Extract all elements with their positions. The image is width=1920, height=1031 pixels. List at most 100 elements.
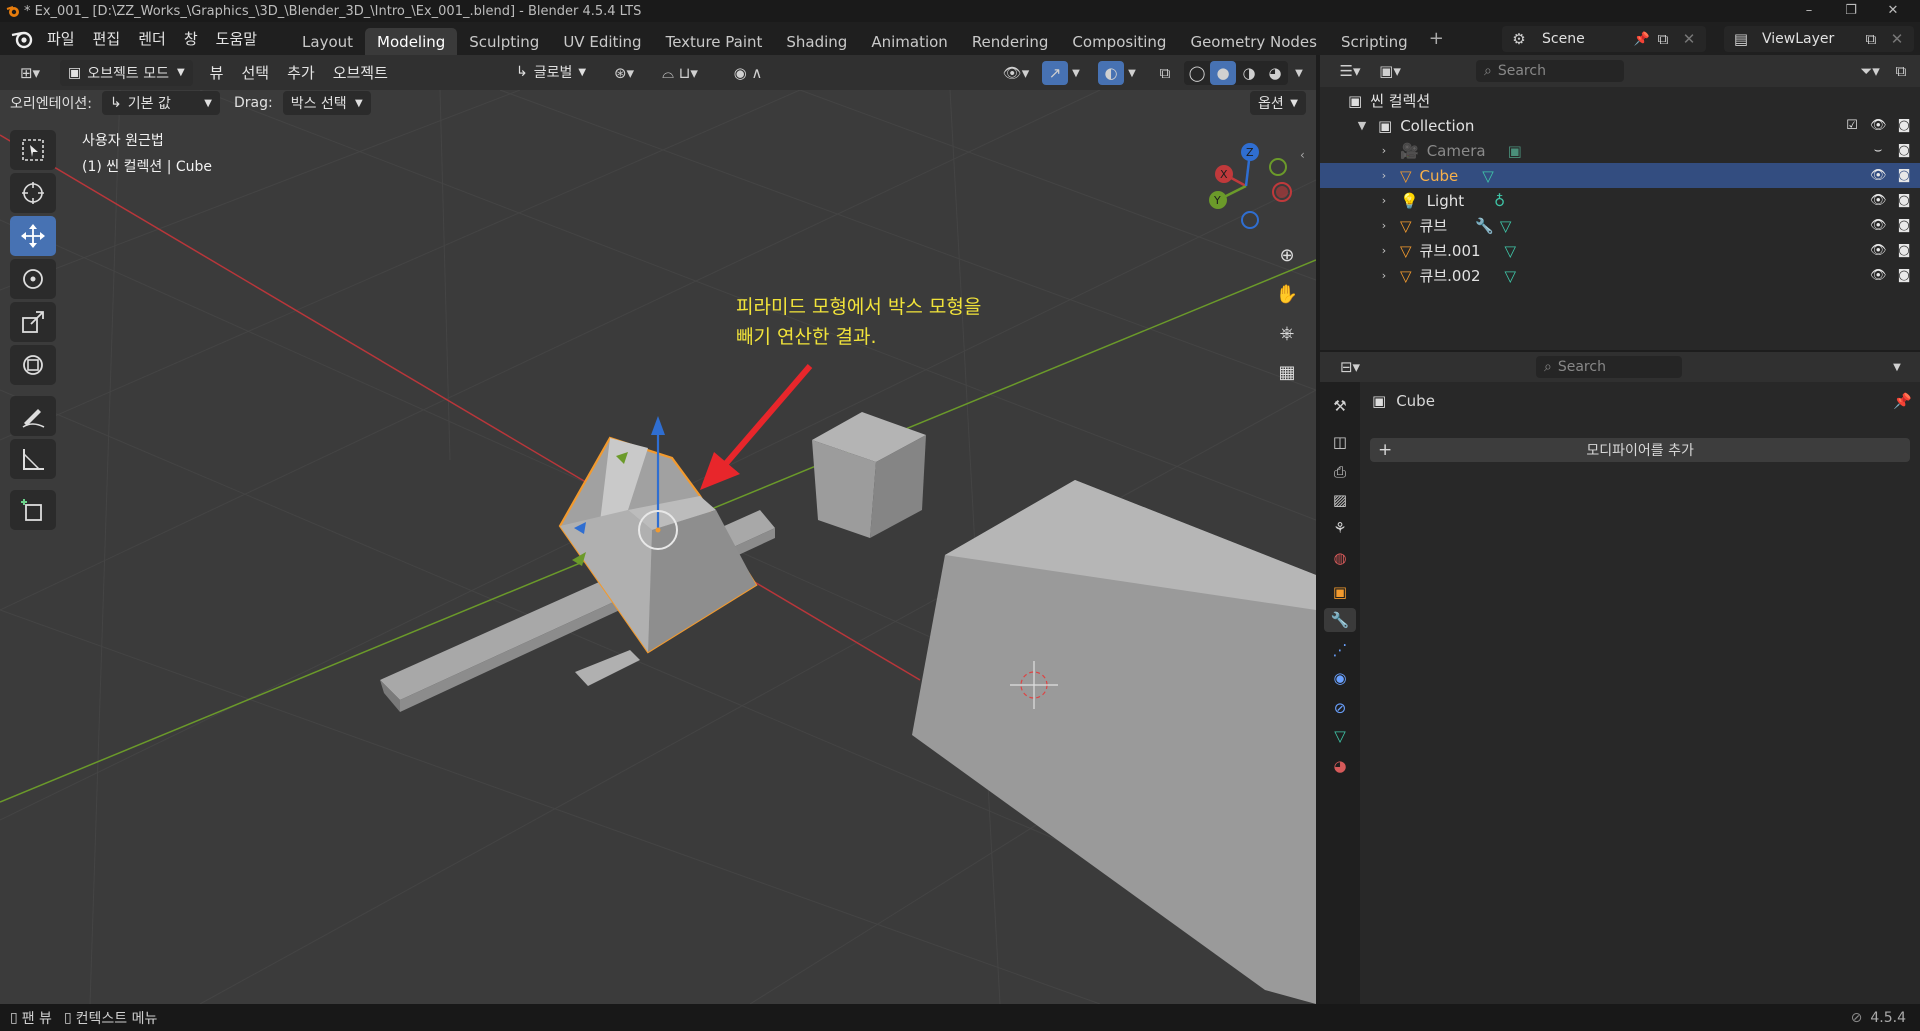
object-tab-icon[interactable]: ▣: [1327, 580, 1353, 604]
options-dropdown[interactable]: 옵션 ▼: [1250, 91, 1306, 115]
checkbox-icon[interactable]: ☑: [1844, 118, 1860, 133]
camera-render-icon[interactable]: ◙: [1896, 268, 1912, 283]
add-cube-tool[interactable]: [10, 490, 56, 530]
camera-render-icon[interactable]: ◙: [1896, 243, 1912, 258]
material-tab-icon[interactable]: ◕: [1327, 754, 1353, 778]
modifier-tab-icon[interactable]: 🔧: [1324, 608, 1356, 632]
move-tool[interactable]: [10, 216, 56, 256]
tab-sculpting[interactable]: Sculpting: [457, 28, 551, 56]
tab-compositing[interactable]: Compositing: [1060, 28, 1178, 56]
eye-icon[interactable]: 👁: [1870, 118, 1887, 133]
eye-icon[interactable]: 👁: [1870, 193, 1887, 208]
gizmo-toggle-icon[interactable]: ↗: [1042, 61, 1068, 85]
drag-dropdown[interactable]: 박스 선택 ▼: [282, 91, 371, 115]
constraints-tab-icon[interactable]: ⊘: [1327, 696, 1353, 720]
outliner-item[interactable]: › 💡 Light ♁ 👁 ◙: [1320, 188, 1920, 213]
eye-icon[interactable]: 👁: [1870, 243, 1887, 258]
maximize-button[interactable]: ❐: [1830, 0, 1872, 22]
data-tab-icon[interactable]: ▽: [1327, 724, 1353, 748]
outliner-search-input[interactable]: ⌕ Search: [1476, 60, 1624, 82]
properties-editor-icon[interactable]: ⊟▾: [1332, 355, 1368, 379]
menu-window[interactable]: 창: [175, 28, 207, 49]
tab-animation[interactable]: Animation: [859, 28, 959, 56]
expand-arrow-icon[interactable]: ▼: [1354, 119, 1370, 132]
ortho-grid-icon[interactable]: ▦: [1270, 355, 1304, 389]
filter-icon[interactable]: ⏷▾: [1852, 59, 1888, 83]
delete-viewlayer-icon[interactable]: ✕: [1884, 27, 1910, 51]
scene-selector[interactable]: ⚙ Scene 📌 ⧉ ✕: [1502, 26, 1706, 52]
proportional-edit-icon[interactable]: ◉ ∧: [718, 61, 778, 85]
chevron-down-icon[interactable]: ▼: [1290, 61, 1308, 85]
camera-render-icon[interactable]: ◙: [1896, 168, 1912, 183]
scale-tool[interactable]: [10, 302, 56, 342]
tab-uv-editing[interactable]: UV Editing: [551, 28, 653, 56]
rotate-tool[interactable]: [10, 259, 56, 299]
zoom-icon[interactable]: ⊕: [1270, 238, 1304, 272]
tool-tab-icon[interactable]: ⚒: [1327, 394, 1353, 418]
menu-render[interactable]: 렌더: [129, 28, 175, 49]
outliner-item[interactable]: › ▽ Cube ▽ 👁 ◙: [1320, 163, 1920, 188]
minimize-button[interactable]: –: [1788, 0, 1830, 22]
collapse-sidebar-icon[interactable]: ‹: [1300, 148, 1305, 162]
scene-tab-icon[interactable]: ⚘: [1327, 516, 1353, 540]
pin-icon[interactable]: 📌: [1634, 32, 1650, 47]
solid-shading-icon[interactable]: ●: [1210, 61, 1236, 85]
expand-arrow-icon[interactable]: ›: [1376, 194, 1392, 207]
chevron-down-icon[interactable]: ▼: [1884, 355, 1910, 379]
expand-arrow-icon[interactable]: ›: [1376, 244, 1392, 257]
chevron-down-icon[interactable]: ▼: [1124, 61, 1140, 85]
menu-view[interactable]: 뷰: [201, 62, 233, 83]
eye-icon[interactable]: 👁: [1870, 268, 1887, 283]
outliner-item[interactable]: › 🎥 Camera ▣ ⌣ ◙: [1320, 138, 1920, 163]
outliner-item[interactable]: › ▽ 큐브.001 ▽ 👁 ◙: [1320, 238, 1920, 263]
transform-tool[interactable]: [10, 345, 56, 385]
hidden-eye-icon[interactable]: ⌣: [1870, 143, 1886, 158]
new-viewlayer-icon[interactable]: ⧉: [1858, 27, 1884, 51]
menu-file[interactable]: 파일: [38, 28, 84, 49]
outliner-collection[interactable]: ▼ ▣ Collection ☑ 👁 ◙: [1320, 113, 1920, 138]
expand-arrow-icon[interactable]: ›: [1376, 144, 1392, 157]
rendered-shading-icon[interactable]: ◕: [1262, 61, 1288, 85]
display-mode-icon[interactable]: ▣▾: [1372, 59, 1408, 83]
annotate-tool[interactable]: [10, 396, 56, 436]
expand-arrow-icon[interactable]: ›: [1376, 219, 1392, 232]
tab-geometry-nodes[interactable]: Geometry Nodes: [1178, 28, 1329, 56]
outliner-item[interactable]: › ▽ 큐브.002 ▽ 👁 ◙: [1320, 263, 1920, 288]
properties-search-input[interactable]: ⌕ Search: [1536, 356, 1682, 378]
menu-add[interactable]: 추가: [278, 62, 324, 83]
orientation-dropdown[interactable]: ↳ 기본 값 ▼: [102, 91, 220, 115]
menu-object[interactable]: 오브젝트: [324, 62, 397, 83]
xray-icon[interactable]: ⧉: [1152, 61, 1178, 85]
chevron-down-icon[interactable]: ▼: [1068, 61, 1084, 85]
add-modifier-button[interactable]: + 모디파이어를 추가: [1370, 438, 1910, 462]
add-workspace-button[interactable]: +: [1420, 28, 1453, 49]
cursor-tool[interactable]: [10, 173, 56, 213]
camera-render-icon[interactable]: ◙: [1896, 143, 1912, 158]
menu-edit[interactable]: 편집: [84, 28, 130, 49]
delete-scene-icon[interactable]: ✕: [1676, 27, 1702, 51]
world-tab-icon[interactable]: ◍: [1327, 546, 1353, 570]
mode-selector[interactable]: ▣ 오브젝트 모드 ▼: [60, 59, 193, 86]
outliner-editor-icon[interactable]: ☰▾: [1332, 59, 1368, 83]
snap-icon[interactable]: ⌓ ⊔▾: [650, 61, 710, 85]
wireframe-shading-icon[interactable]: ◯: [1184, 61, 1210, 85]
pivot-icon[interactable]: ⊛▾: [606, 61, 642, 85]
particles-tab-icon[interactable]: ⋰: [1327, 638, 1353, 662]
tab-texture-paint[interactable]: Texture Paint: [654, 28, 775, 56]
measure-tool[interactable]: [10, 439, 56, 479]
render-tab-icon[interactable]: ◫: [1327, 430, 1353, 454]
visibility-icon[interactable]: 👁▾: [996, 61, 1036, 85]
outliner-scene-collection[interactable]: ▣ 씬 컬렉션: [1320, 88, 1920, 113]
tab-rendering[interactable]: Rendering: [960, 28, 1061, 56]
menu-select[interactable]: 선택: [232, 62, 278, 83]
pan-hand-icon[interactable]: ✋: [1270, 277, 1304, 311]
material-shading-icon[interactable]: ◑: [1236, 61, 1262, 85]
expand-arrow-icon[interactable]: ›: [1376, 169, 1392, 182]
camera-render-icon[interactable]: ◙: [1896, 218, 1912, 233]
tab-modeling[interactable]: Modeling: [365, 27, 458, 56]
close-button[interactable]: ✕: [1872, 0, 1914, 22]
new-scene-icon[interactable]: ⧉: [1650, 27, 1676, 51]
tab-shading[interactable]: Shading: [774, 28, 859, 56]
physics-tab-icon[interactable]: ◉: [1327, 666, 1353, 690]
menu-help[interactable]: 도움말: [207, 28, 266, 49]
